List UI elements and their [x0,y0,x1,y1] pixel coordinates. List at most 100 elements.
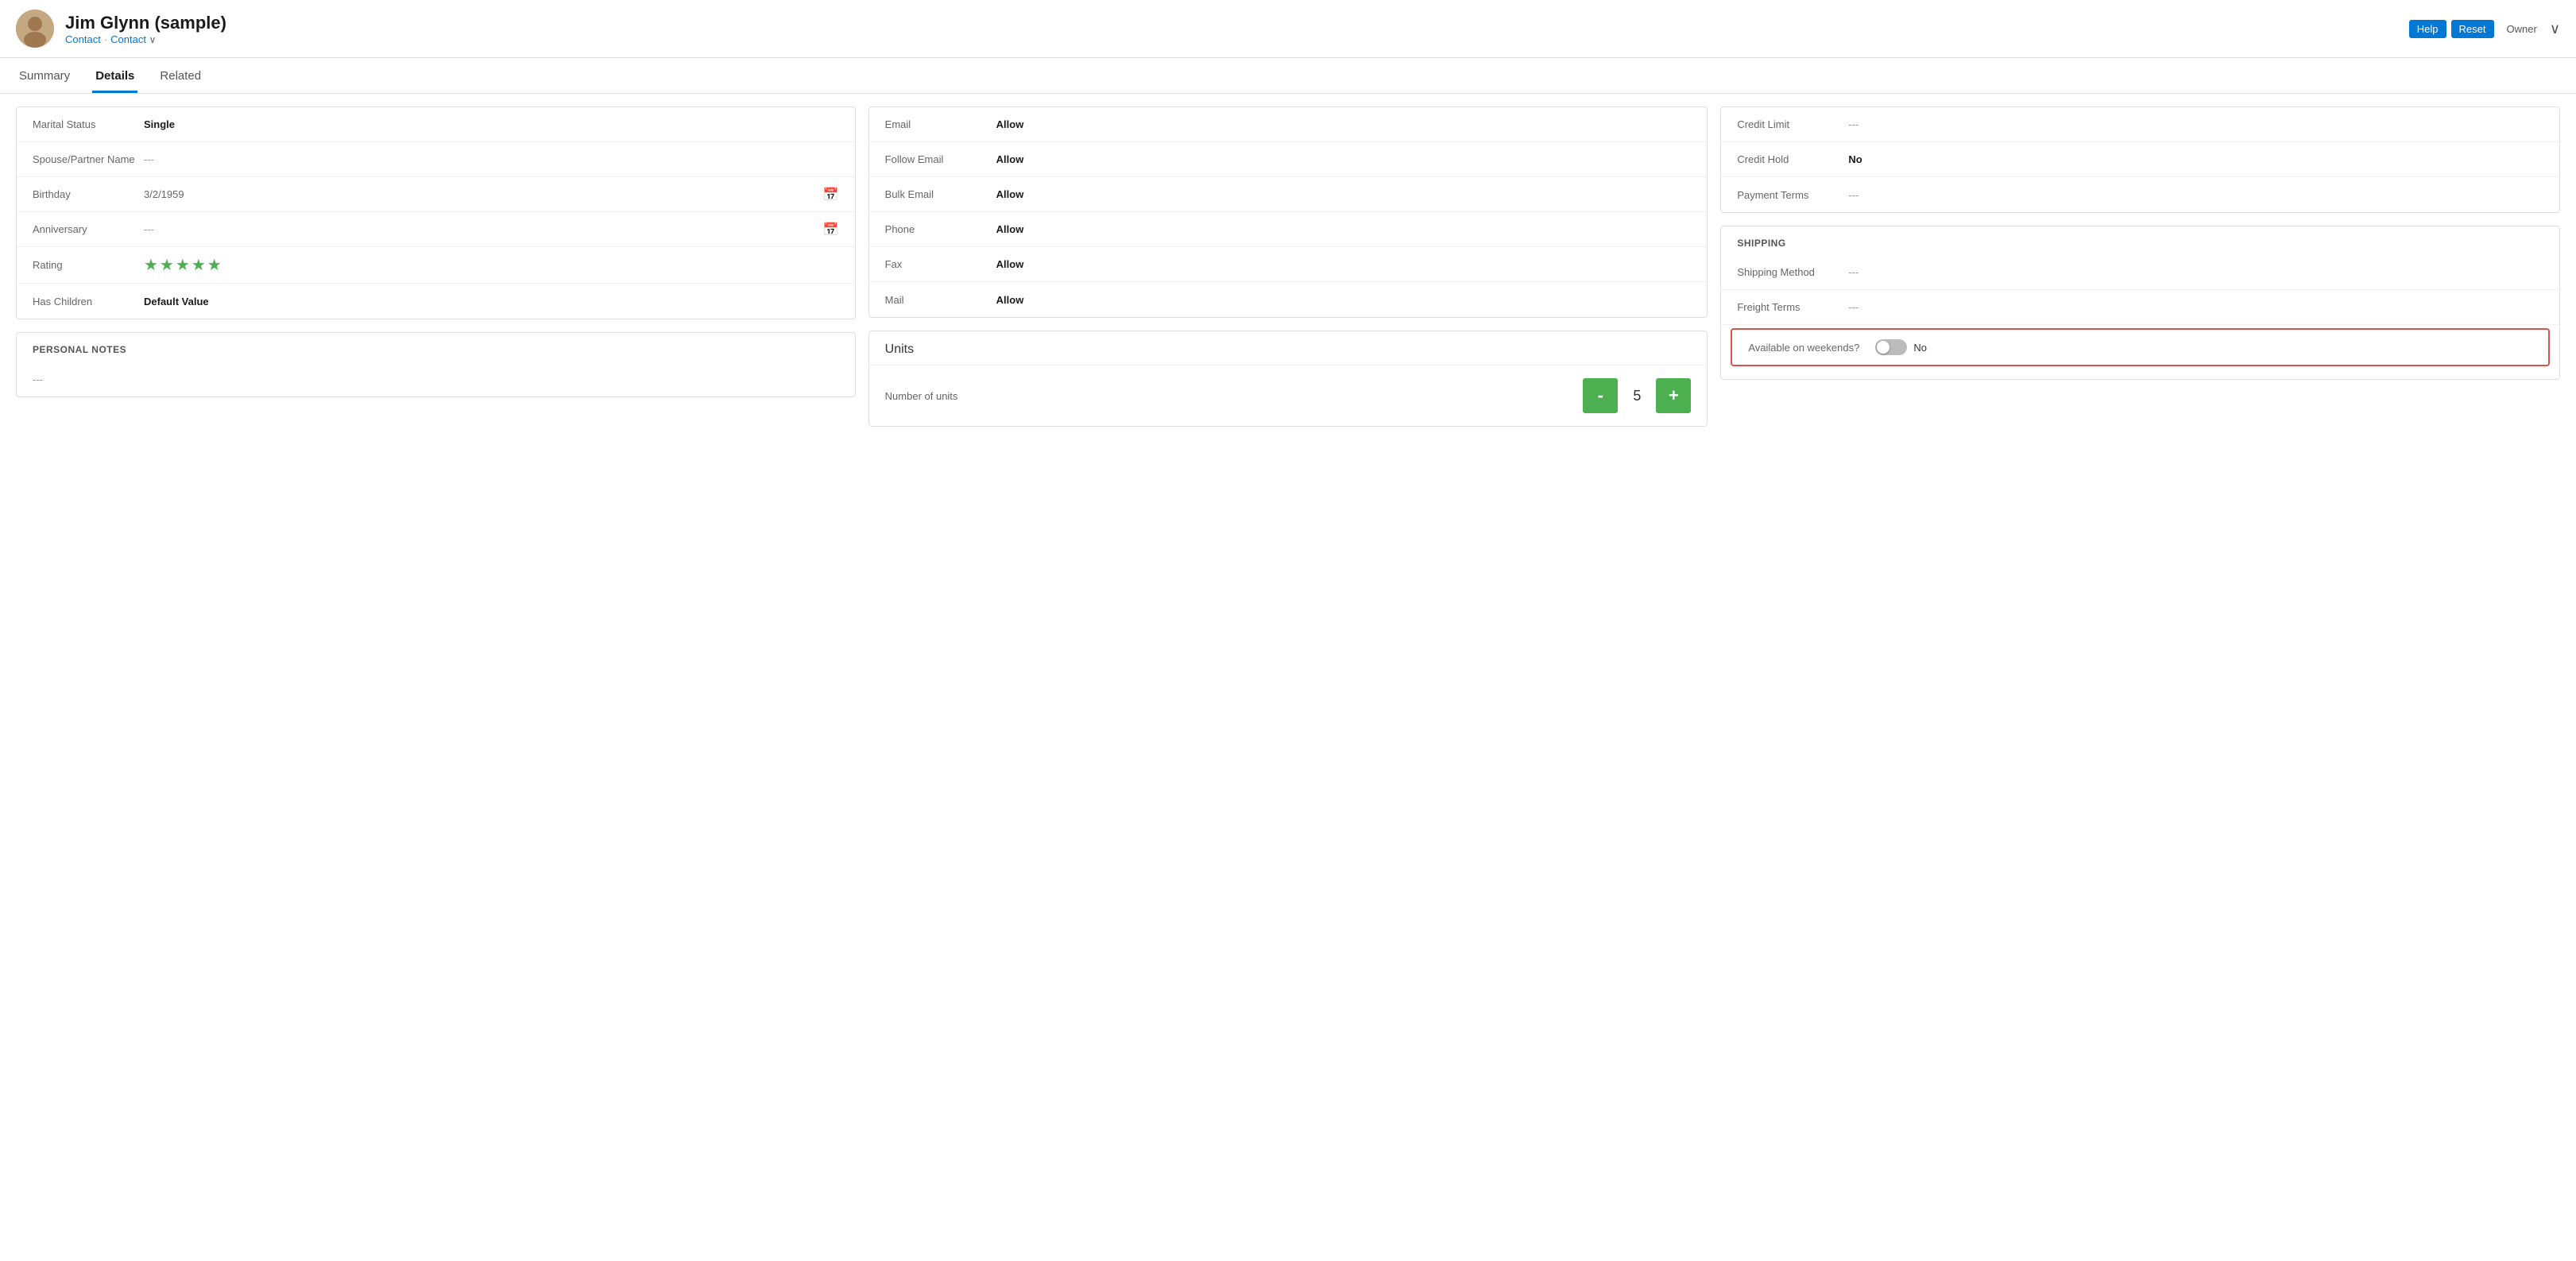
field-payment-terms: Payment Terms --- [1721,177,2559,212]
right-column: Credit Limit --- Credit Hold No Payment … [1720,106,2560,427]
left-column: Marital Status Single Spouse/Partner Nam… [16,106,856,427]
contact-type1[interactable]: Contact [65,33,101,45]
units-increment-button[interactable]: + [1656,378,1691,413]
bulk-email-value[interactable]: Allow [996,188,1692,200]
birthday-value[interactable]: 3/2/1959 [144,188,817,200]
field-mail: Mail Allow [869,282,1708,317]
field-freight-terms: Freight Terms --- [1721,290,2559,325]
field-rating: Rating ★ ★ ★ ★ ★ [17,247,855,284]
phone-label: Phone [885,223,996,235]
mail-value[interactable]: Allow [996,294,1692,306]
anniversary-label: Anniversary [33,223,144,235]
field-marital-status: Marital Status Single [17,107,855,142]
tab-details[interactable]: Details [92,61,137,93]
separator: · [104,33,107,45]
header-right: Help Reset Owner ∨ [2409,20,2560,38]
field-credit-limit: Credit Limit --- [1721,107,2559,142]
personal-notes-card: PERSONAL NOTES --- [16,332,856,397]
contact-preferences-card: Email Allow Follow Email Allow Bulk Emai… [868,106,1708,318]
header-chevron-icon[interactable]: ∨ [2550,21,2560,37]
shipping-section-title: SHIPPING [1721,226,2559,255]
field-follow-email: Follow Email Allow [869,142,1708,177]
email-value[interactable]: Allow [996,118,1692,130]
header: Jim Glynn (sample) Contact · Contact ∨ H… [0,0,2576,58]
shipping-method-label: Shipping Method [1737,266,1848,278]
toggle-circle [1877,341,1889,354]
field-shipping-method: Shipping Method --- [1721,255,2559,290]
weekends-toggle-wrapper: No [1875,339,1927,355]
has-children-value[interactable]: Default Value [144,296,839,308]
rating-stars[interactable]: ★ ★ ★ ★ ★ [144,255,222,275]
available-weekends-row: Available on weekends? No [1731,328,2550,366]
units-title: Units [869,331,1708,366]
owner-section: Owner [2507,23,2537,35]
units-row: Number of units - 5 + [869,366,1708,426]
mail-label: Mail [885,294,996,306]
weekends-toggle-value: No [1913,342,1927,354]
field-spouse-name: Spouse/Partner Name --- [17,142,855,177]
anniversary-value[interactable]: --- [144,223,817,235]
field-credit-hold: Credit Hold No [1721,142,2559,177]
contact-name: Jim Glynn (sample) [65,13,226,33]
personal-info-card: Marital Status Single Spouse/Partner Nam… [16,106,856,319]
owner-label: Owner [2507,23,2537,35]
credit-limit-label: Credit Limit [1737,118,1848,130]
reset-button[interactable]: Reset [2451,20,2494,38]
help-button[interactable]: Help [2409,20,2446,38]
marital-status-value[interactable]: Single [144,118,839,130]
billing-card: Credit Limit --- Credit Hold No Payment … [1720,106,2560,213]
payment-terms-value[interactable]: --- [1848,189,2543,201]
field-phone: Phone Allow [869,212,1708,247]
follow-email-label: Follow Email [885,153,996,165]
units-label: Number of units [885,390,1571,402]
fax-label: Fax [885,258,996,270]
anniversary-calendar-icon[interactable]: 📅 [823,222,839,238]
field-birthday: Birthday 3/2/1959 📅 [17,177,855,212]
personal-notes-value[interactable]: --- [33,373,839,385]
payment-terms-label: Payment Terms [1737,189,1848,201]
personal-notes-title: PERSONAL NOTES [17,333,855,362]
birthday-calendar-icon[interactable]: 📅 [823,187,839,203]
tab-bar: Summary Details Related [0,61,2576,94]
spouse-name-label: Spouse/Partner Name [33,153,144,165]
star-4[interactable]: ★ [191,255,206,275]
phone-value[interactable]: Allow [996,223,1692,235]
shipping-card: SHIPPING Shipping Method --- Freight Ter… [1720,226,2560,380]
credit-limit-value[interactable]: --- [1848,118,2543,130]
follow-email-value[interactable]: Allow [996,153,1692,165]
field-anniversary: Anniversary --- 📅 [17,212,855,247]
credit-hold-value[interactable]: No [1848,153,2543,165]
freight-terms-value[interactable]: --- [1848,301,2543,313]
star-3[interactable]: ★ [176,255,190,275]
spouse-name-value[interactable]: --- [144,153,839,165]
middle-column: Email Allow Follow Email Allow Bulk Emai… [868,106,1708,427]
units-decrement-button[interactable]: - [1583,378,1618,413]
fax-value[interactable]: Allow [996,258,1692,270]
personal-notes-content: --- [17,362,855,396]
star-2[interactable]: ★ [160,255,174,275]
marital-status-label: Marital Status [33,118,144,130]
star-5[interactable]: ★ [207,255,222,275]
tab-related[interactable]: Related [157,61,204,93]
contact-subtitle: Contact · Contact ∨ [65,33,226,45]
weekends-toggle[interactable] [1875,339,1907,355]
avatar [16,10,54,48]
shipping-method-value[interactable]: --- [1848,266,2543,278]
star-1[interactable]: ★ [144,255,158,275]
field-email: Email Allow [869,107,1708,142]
units-controls: - 5 + [1583,378,1691,413]
field-has-children: Has Children Default Value [17,284,855,319]
birthday-label: Birthday [33,188,144,200]
bulk-email-label: Bulk Email [885,188,996,200]
tab-summary[interactable]: Summary [16,61,73,93]
credit-hold-label: Credit Hold [1737,153,1848,165]
contact-type2[interactable]: Contact ∨ [110,33,156,45]
main-content: Marital Status Single Spouse/Partner Nam… [0,94,2576,439]
field-fax: Fax Allow [869,247,1708,282]
contact-type-dropdown-icon[interactable]: ∨ [149,34,157,45]
field-bulk-email: Bulk Email Allow [869,177,1708,212]
rating-label: Rating [33,259,144,271]
units-card: Units Number of units - 5 + [868,331,1708,427]
units-value: 5 [1624,388,1650,404]
has-children-label: Has Children [33,296,144,308]
